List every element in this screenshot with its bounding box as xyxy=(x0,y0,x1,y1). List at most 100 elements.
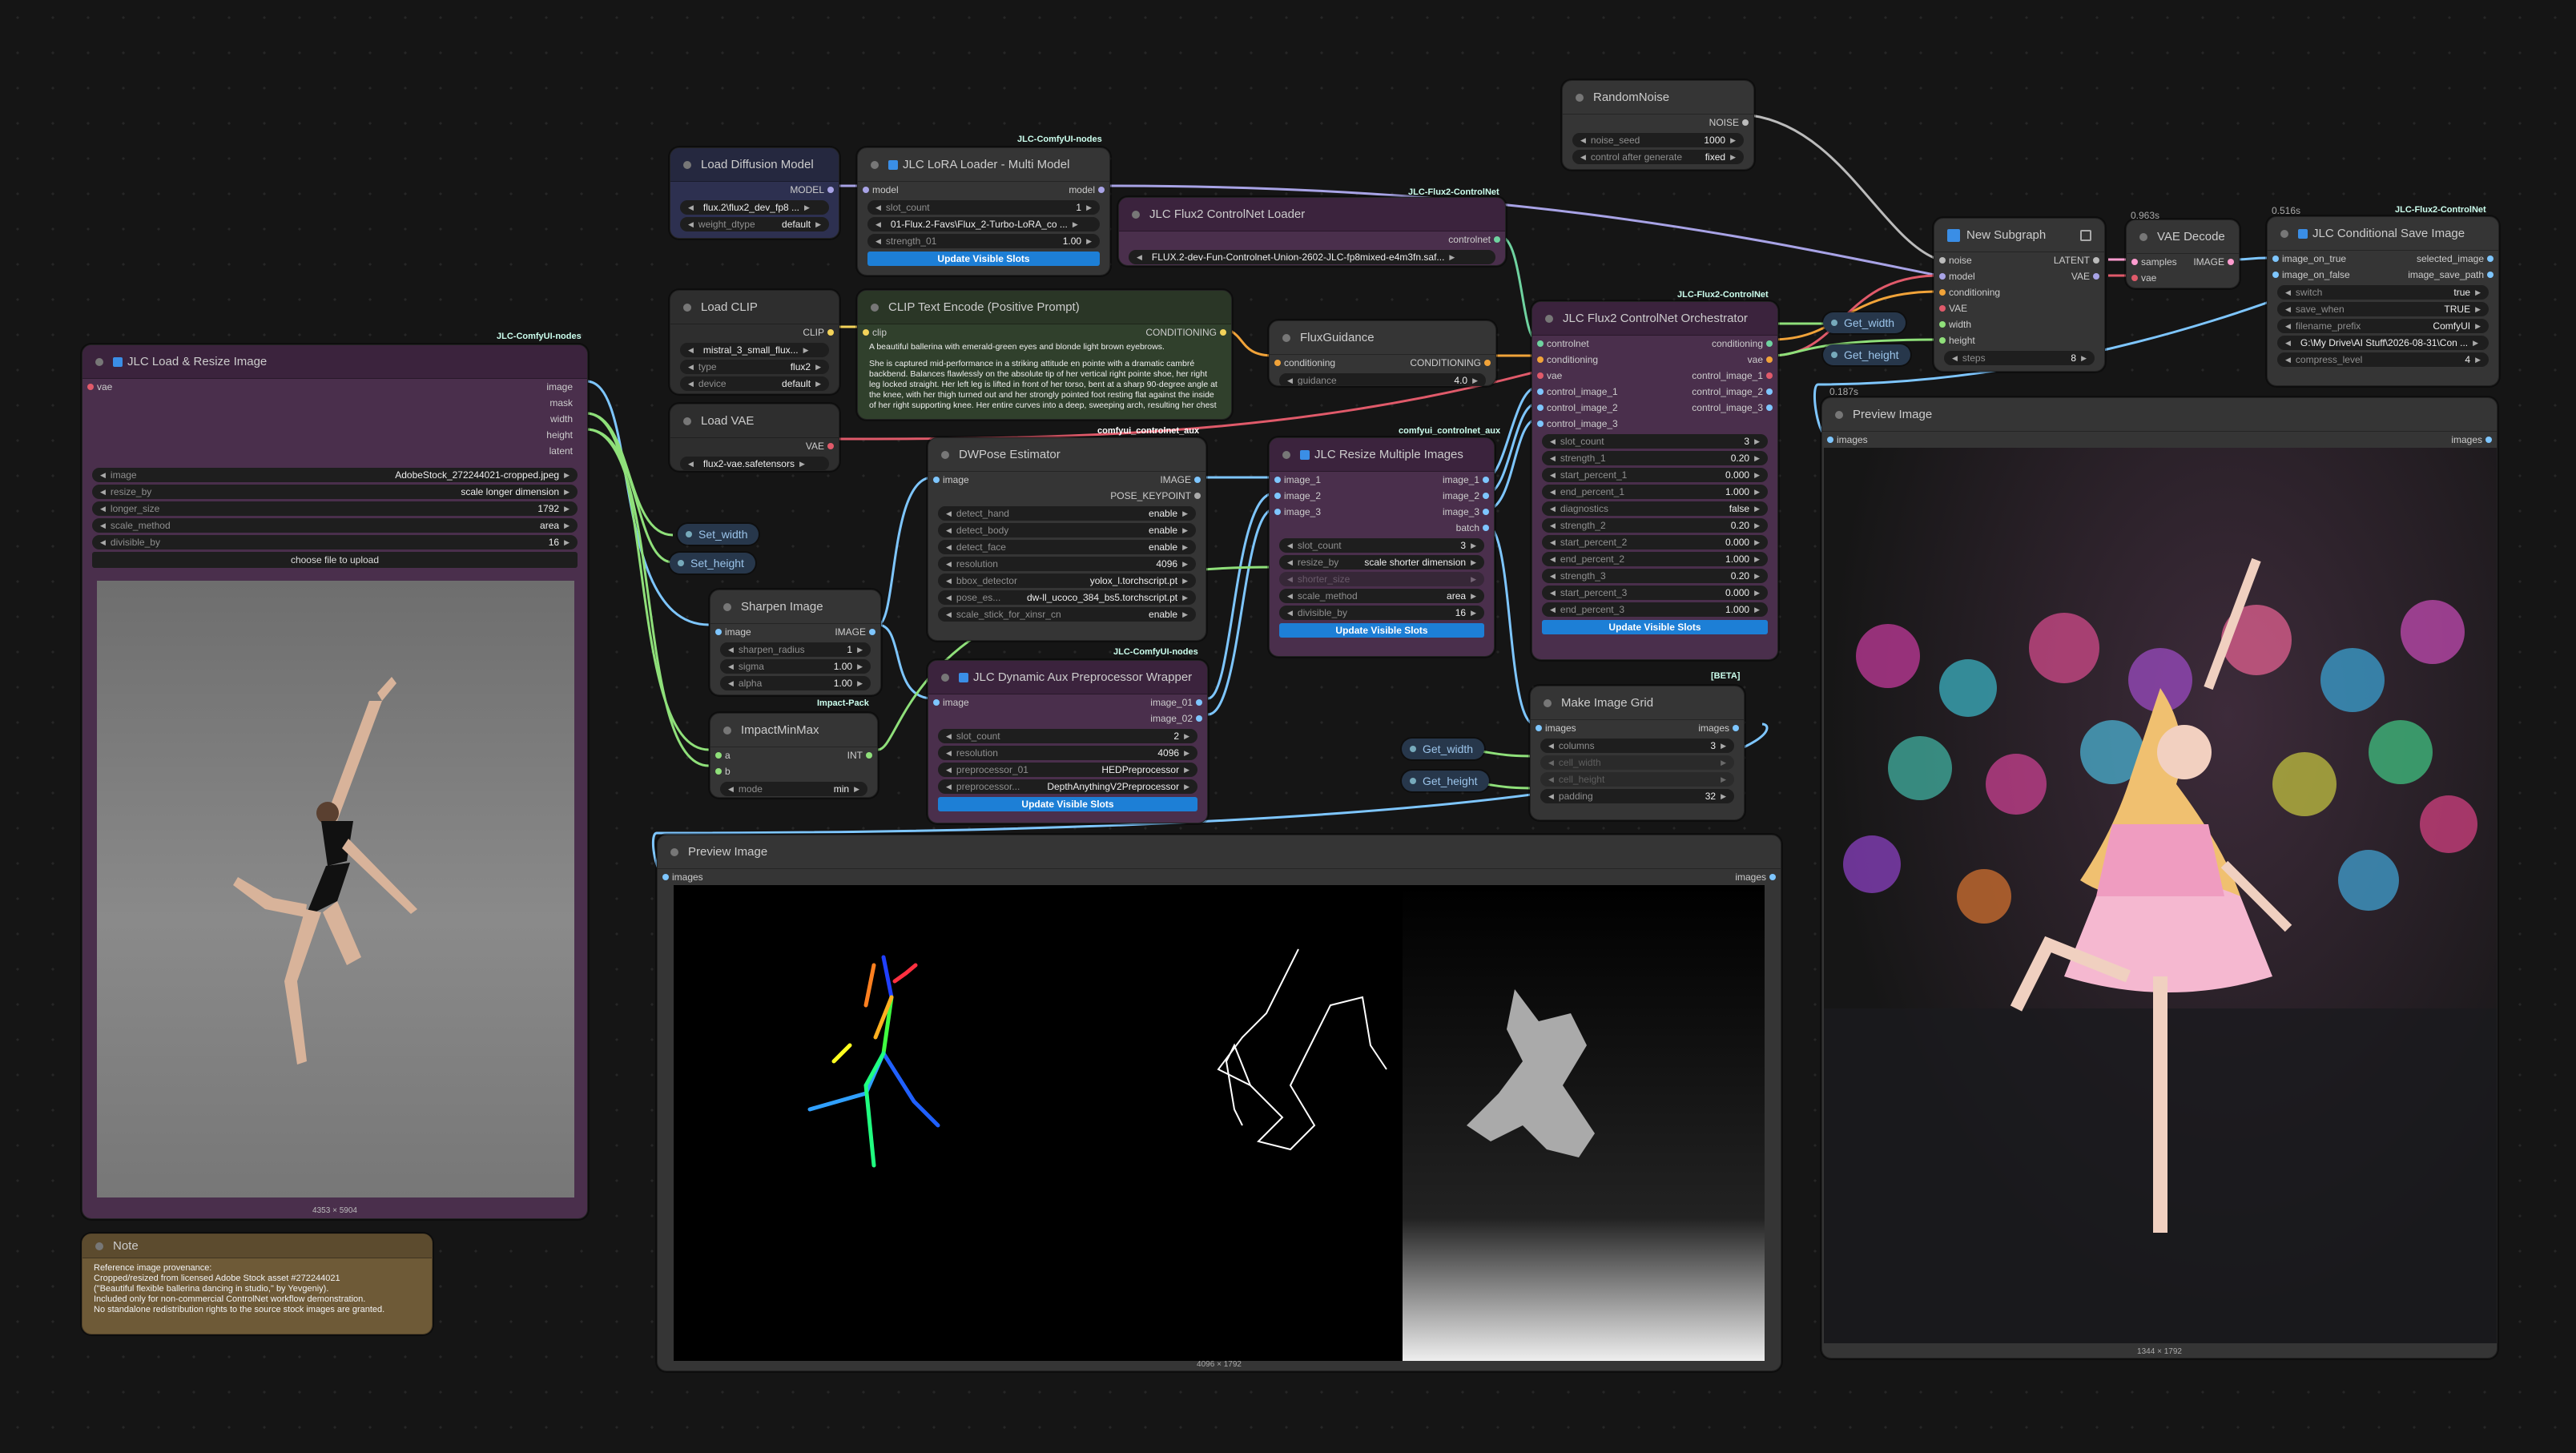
output-controlnet[interactable]: controlnet xyxy=(1448,234,1491,245)
input-images[interactable]: images xyxy=(672,871,703,883)
node-load-resize-image[interactable]: JLC Load & Resize Image vae image mask wi… xyxy=(82,344,588,1219)
save-when-select[interactable]: save_whenTRUE xyxy=(2277,302,2489,316)
node-controlnet-orchestrator[interactable]: JLC Flux2 ControlNet Orchestrator contro… xyxy=(1532,301,1778,660)
output-latent[interactable]: LATENT xyxy=(2054,255,2090,266)
node-make-image-grid[interactable]: Make Image Grid images images columns3 ce… xyxy=(1530,686,1745,820)
scale-stick-toggle[interactable]: scale_stick_for_xinsr_cnenable xyxy=(938,607,1196,622)
output-model[interactable]: MODEL xyxy=(790,184,824,195)
input-height[interactable]: height xyxy=(1949,335,1975,346)
strength-3-input[interactable]: strength_30.20 xyxy=(1542,569,1768,583)
output-vae[interactable]: VAE xyxy=(806,441,824,452)
output-vae[interactable]: vae xyxy=(1748,354,1763,365)
input-model[interactable]: model xyxy=(1949,271,1975,282)
output-control-image-3[interactable]: control_image_3 xyxy=(1692,402,1763,413)
update-slots-button[interactable]: Update Visible Slots xyxy=(938,797,1197,811)
node-new-subgraph[interactable]: New Subgraph noise LATENT model VAE condit… xyxy=(1934,218,2105,372)
control-after-generate-select[interactable]: control after generatefixed xyxy=(1572,150,1744,164)
node-conditional-save-image[interactable]: JLC Conditional Save Image image_on_true… xyxy=(2267,216,2499,386)
detect-face-toggle[interactable]: detect_faceenable xyxy=(938,540,1196,554)
input-width[interactable]: width xyxy=(1949,319,1971,330)
input-image-2[interactable]: image_2 xyxy=(1284,490,1321,501)
node-clip-text-encode[interactable]: CLIP Text Encode (Positive Prompt) clip C… xyxy=(857,290,1232,420)
output-int[interactable]: INT xyxy=(847,750,863,761)
strength-2-input[interactable]: strength_20.20 xyxy=(1542,518,1768,533)
node-preview-image-final[interactable]: Preview Image images images 1344 × 1792 xyxy=(1821,397,2498,1358)
set-height-node[interactable]: Set_height xyxy=(670,553,755,574)
node-sharpen-image[interactable]: Sharpen Image image IMAGE sharpen_radius1… xyxy=(710,590,881,695)
output-mask[interactable]: mask xyxy=(549,397,573,409)
vae-name-select[interactable]: flux2-vae.safetensors xyxy=(680,457,829,470)
output-vae[interactable]: VAE xyxy=(2071,271,2090,282)
controlnet-model-select[interactable]: FLUX.2-dev-Fun-Controlnet-Union-2602-JLC… xyxy=(1129,250,1495,264)
input-conditioning[interactable]: conditioning xyxy=(1284,357,1335,368)
input-b[interactable]: b xyxy=(725,766,731,777)
input-a[interactable]: a xyxy=(725,750,731,761)
start-percent-3-input[interactable]: start_percent_30.000 xyxy=(1542,586,1768,600)
cell-height-input[interactable]: cell_height xyxy=(1540,772,1734,787)
input-images[interactable]: images xyxy=(1545,722,1576,734)
end-percent-3-input[interactable]: end_percent_31.000 xyxy=(1542,602,1768,617)
node-random-noise[interactable]: RandomNoise NOISE noise_seed1000 control… xyxy=(1562,80,1754,170)
output-noise[interactable]: NOISE xyxy=(1709,117,1739,128)
output-batch[interactable]: batch xyxy=(1456,522,1479,533)
set-width-node[interactable]: Set_width xyxy=(678,524,759,545)
end-percent-2-input[interactable]: end_percent_21.000 xyxy=(1542,552,1768,566)
output-path-input[interactable]: G:\My Drive\AI Stuff\2026-08-31\Con ... xyxy=(2277,336,2489,350)
input-image[interactable]: image xyxy=(725,626,751,638)
output-image[interactable]: IMAGE xyxy=(2193,256,2224,268)
steps-input[interactable]: steps8 xyxy=(1944,351,2095,365)
output-images[interactable]: images xyxy=(1735,871,1766,883)
preprocessor-02-select[interactable]: preprocessor...DepthAnythingV2Preprocess… xyxy=(938,779,1197,794)
get-height-node[interactable]: Get_height xyxy=(1402,771,1489,791)
input-control-image-1[interactable]: control_image_1 xyxy=(1547,386,1618,397)
output-image-02[interactable]: image_02 xyxy=(1150,713,1193,724)
unet-name-select[interactable]: flux.2\flux2_dev_fp8 ... xyxy=(680,200,829,215)
output-image-01[interactable]: image_01 xyxy=(1150,697,1193,708)
output-image-2[interactable]: image_2 xyxy=(1443,490,1479,501)
input-model[interactable]: model xyxy=(872,184,899,195)
noise-seed-input[interactable]: noise_seed1000 xyxy=(1572,133,1744,147)
output-selected-image[interactable]: selected_image xyxy=(2417,253,2484,264)
node-vae-decode[interactable]: VAE Decode samples IMAGE vae xyxy=(2126,219,2240,288)
preprocessor-01-select[interactable]: preprocessor_01HEDPreprocessor xyxy=(938,763,1197,777)
strength-1-input[interactable]: strength_10.20 xyxy=(1542,451,1768,465)
alpha-input[interactable]: alpha1.00 xyxy=(720,676,871,690)
clip-name-select[interactable]: mistral_3_small_flux... xyxy=(680,343,829,357)
node-dwpose-estimator[interactable]: DWPose Estimator image IMAGE POSE_KEYPOIN… xyxy=(928,437,1206,641)
guidance-input[interactable]: guidance4.0 xyxy=(1279,373,1486,385)
resolution-input[interactable]: resolution4096 xyxy=(938,746,1197,760)
input-control-image-2[interactable]: control_image_2 xyxy=(1547,402,1618,413)
end-percent-1-input[interactable]: end_percent_11.000 xyxy=(1542,485,1768,499)
node-lora-loader[interactable]: JLC LoRA Loader - Multi Model model model… xyxy=(857,147,1110,276)
input-images[interactable]: images xyxy=(1837,434,1868,445)
input-conditioning[interactable]: conditioning xyxy=(1547,354,1598,365)
divisible-by-input[interactable]: divisible_by16 xyxy=(92,535,578,549)
output-images[interactable]: images xyxy=(2451,434,2482,445)
output-control-image-1[interactable]: control_image_1 xyxy=(1692,370,1763,381)
slot-count-input[interactable]: slot_count1 xyxy=(867,200,1100,215)
get-width-node[interactable]: Get_width xyxy=(1402,739,1485,759)
compress-level-input[interactable]: compress_level4 xyxy=(2277,352,2489,367)
input-image-on-true[interactable]: image_on_true xyxy=(2282,253,2346,264)
sigma-input[interactable]: sigma1.00 xyxy=(720,659,871,674)
input-controlnet[interactable]: controlnet xyxy=(1547,338,1589,349)
filename-prefix-input[interactable]: filename_prefixComfyUI xyxy=(2277,319,2489,333)
node-load-clip[interactable]: Load CLIP CLIP mistral_3_small_flux... t… xyxy=(670,290,839,394)
output-image-1[interactable]: image_1 xyxy=(1443,474,1479,485)
input-noise[interactable]: noise xyxy=(1949,255,1972,266)
output-width[interactable]: width xyxy=(550,413,573,425)
choose-file-button[interactable]: choose file to upload xyxy=(92,552,578,568)
detect-body-toggle[interactable]: detect_bodyenable xyxy=(938,523,1196,537)
output-conditioning[interactable]: conditioning xyxy=(1712,338,1763,349)
slot-count-input[interactable]: slot_count2 xyxy=(938,729,1197,743)
update-slots-button[interactable]: Update Visible Slots xyxy=(1542,620,1768,634)
output-conditioning[interactable]: CONDITIONING xyxy=(1410,357,1481,368)
output-pose-keypoint[interactable]: POSE_KEYPOINT xyxy=(1110,490,1191,501)
divisible-by-input[interactable]: divisible_by16 xyxy=(1279,606,1484,620)
detect-hand-toggle[interactable]: detect_handenable xyxy=(938,506,1196,521)
node-resize-multiple-images[interactable]: JLC Resize Multiple Images image_1 image_… xyxy=(1269,437,1495,657)
bbox-detector-select[interactable]: bbox_detectoryolox_l.torchscript.pt xyxy=(938,574,1196,588)
lora-select[interactable]: 01-Flux.2-Favs\Flux_2-Turbo-LoRA_co ... xyxy=(867,217,1100,231)
cell-width-input[interactable]: cell_width xyxy=(1540,755,1734,770)
node-load-diffusion-model[interactable]: Load Diffusion Model MODEL flux.2\flux2_… xyxy=(670,147,839,239)
